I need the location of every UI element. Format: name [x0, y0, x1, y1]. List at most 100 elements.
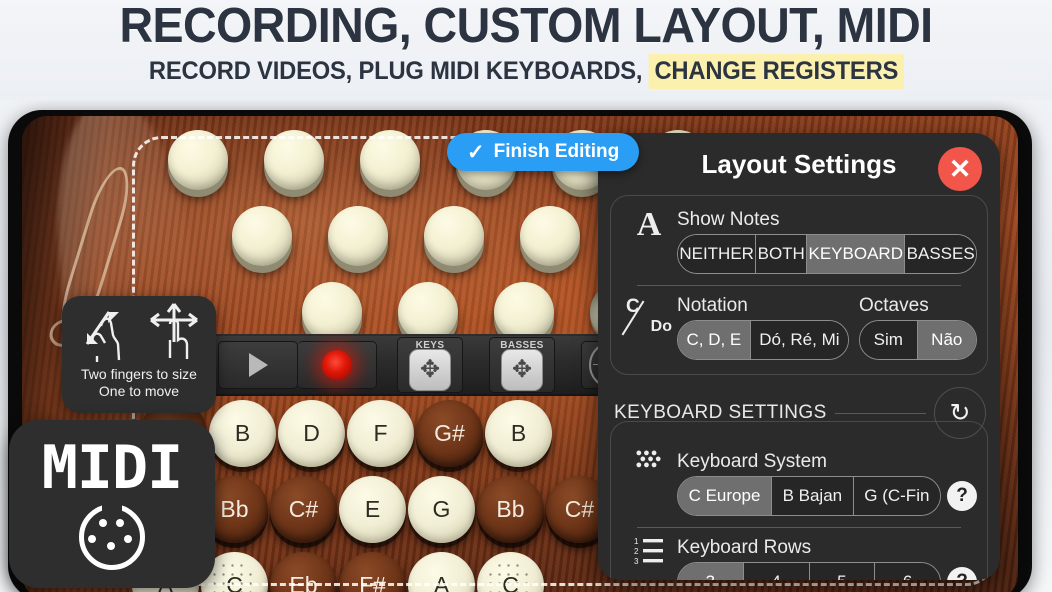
notation-row: C Do Notation C, D, E Dó, Ré, Mi Octaves…: [611, 290, 987, 364]
keyboard-rows-option-5[interactable]: 5: [809, 563, 876, 580]
note-key-label: E: [364, 495, 381, 522]
note-key-label: C#: [564, 495, 595, 522]
svg-text:3: 3: [634, 557, 639, 564]
settings-divider: [637, 527, 961, 528]
keyboard-rows-option-4[interactable]: 4: [743, 563, 810, 580]
notation-segmented-control[interactable]: C, D, E Dó, Ré, Mi: [677, 320, 849, 360]
note-key[interactable]: F: [347, 399, 414, 467]
note-key[interactable]: E: [339, 475, 406, 543]
note-key[interactable]: D: [278, 399, 345, 467]
note-key-label: G: [432, 495, 451, 522]
keyboard-system-option-b-bajan[interactable]: B Bajan: [771, 477, 854, 515]
play-button[interactable]: [218, 341, 298, 389]
keyboard-system-segmented-control[interactable]: C Europe B Bajan G (C-Fin: [677, 476, 941, 516]
bass-button[interactable]: [168, 130, 228, 190]
promo-header: RECORDING, CUSTOM LAYOUT, MIDI RECORD VI…: [0, 0, 1052, 100]
button-grid-icon: ●●● ●●● ●●●: [635, 447, 663, 471]
note-key-label: C: [226, 571, 243, 592]
gesture-hint-line2: One to move: [98, 383, 180, 399]
refresh-icon[interactable]: ↻: [934, 387, 986, 439]
notation-option-cde[interactable]: C, D, E: [678, 321, 751, 359]
promo-subtitle-highlight: CHANGE REGISTERS: [648, 54, 904, 89]
keyboard-system-row: ●●● ●●● ●●● Keyboard System C Europe B B…: [611, 446, 987, 520]
keyboard-rows-option-6[interactable]: 6: [875, 563, 940, 580]
basses-label: BASSES: [500, 340, 544, 351]
bass-button[interactable]: [520, 206, 580, 266]
bass-button[interactable]: [424, 206, 484, 266]
note-key[interactable]: C: [477, 551, 544, 592]
octaves-option-sim[interactable]: Sim: [860, 321, 918, 359]
move-arrows-icon: ✥: [409, 348, 451, 391]
bass-button[interactable]: [328, 206, 388, 266]
pinch-to-size-icon: [85, 311, 121, 362]
basses-move-button[interactable]: BASSES ✥: [489, 337, 555, 393]
midi-wordmark: MIDI: [41, 433, 183, 503]
keyboard-system-option-c-europe[interactable]: C Europe: [678, 477, 772, 515]
notation-label: Notation: [677, 295, 748, 316]
note-key[interactable]: F#: [339, 551, 406, 592]
settings-divider: [637, 285, 961, 286]
help-icon[interactable]: ?: [947, 567, 977, 580]
finish-editing-button[interactable]: ✓ Finish Editing: [447, 133, 640, 171]
bass-button[interactable]: [494, 282, 554, 342]
keyboard-system-option-g-cfin[interactable]: G (C-Fin: [853, 477, 940, 515]
record-icon: [322, 350, 352, 380]
promo-subtitle: RECORD VIDEOS, PLUG MIDI KEYBOARDS, CHAN…: [0, 54, 1052, 89]
note-key[interactable]: B: [209, 399, 276, 467]
note-key[interactable]: A: [408, 551, 475, 592]
octaves-option-nao[interactable]: Não: [917, 321, 976, 359]
note-key-label: A: [433, 571, 450, 592]
keyboard-settings-section-header: KEYBOARD SETTINGS ↻: [614, 387, 986, 439]
show-notes-option-both[interactable]: BOTH: [756, 235, 808, 273]
bass-button[interactable]: [360, 130, 420, 190]
keyboard-rows-option-3[interactable]: 3: [678, 563, 744, 580]
layout-settings-panel: Layout Settings ✕ A Show Notes NEITHER B…: [598, 133, 1000, 580]
midi-din-connector-icon: [79, 504, 145, 570]
note-key[interactable]: G: [408, 475, 475, 543]
promo-screenshot: RECORDING, CUSTOM LAYOUT, MIDI RECORD VI…: [0, 0, 1052, 592]
record-button[interactable]: [298, 341, 377, 389]
octaves-segmented-control[interactable]: Sim Não: [859, 320, 977, 360]
help-icon[interactable]: ?: [947, 481, 977, 511]
svg-text:1: 1: [634, 537, 639, 546]
show-notes-option-keyboard[interactable]: KEYBOARD: [807, 235, 906, 273]
gesture-hint-line1: Two fingers to size: [81, 366, 197, 382]
note-key[interactable]: G#: [416, 399, 483, 467]
display-settings-group: A Show Notes NEITHER BOTH KEYBOARD BASSE…: [610, 195, 988, 375]
note-key[interactable]: B: [485, 399, 552, 467]
bass-button[interactable]: [302, 282, 362, 342]
note-key-label: F: [373, 419, 388, 446]
promo-subtitle-plain: RECORD VIDEOS, PLUG MIDI KEYBOARDS,: [148, 57, 642, 85]
keyboard-settings-group: ●●● ●●● ●●● Keyboard System C Europe B B…: [610, 421, 988, 580]
midi-badge: MIDI: [9, 420, 215, 588]
note-key-label: B: [510, 419, 527, 446]
numbered-list-icon: 1 2 3: [621, 536, 677, 564]
show-notes-segmented-control[interactable]: NEITHER BOTH KEYBOARD BASSES: [677, 234, 977, 274]
one-finger-move-icon: [150, 303, 198, 359]
gesture-hint-tooltip: Two fingers to size One to move: [62, 296, 216, 413]
check-icon: ✓: [467, 140, 485, 164]
keyboard-settings-title: KEYBOARD SETTINGS: [614, 402, 827, 423]
finish-editing-label: Finish Editing: [493, 141, 620, 162]
note-key-label: G#: [434, 419, 465, 446]
note-key[interactable]: Bb: [477, 475, 544, 543]
close-icon[interactable]: ✕: [938, 147, 982, 191]
keyboard-rows-segmented-control[interactable]: 3 4 5 6: [677, 562, 941, 580]
notation-option-doremi[interactable]: Dó, Ré, Mi: [750, 321, 848, 359]
show-notes-row: A Show Notes NEITHER BOTH KEYBOARD BASSE…: [611, 204, 987, 278]
note-key[interactable]: Eb: [270, 551, 337, 592]
note-key-label: D: [303, 419, 320, 446]
note-key-label: Bb: [220, 495, 249, 522]
note-key-label: Eb: [289, 571, 318, 592]
keys-label: KEYS: [415, 340, 445, 351]
show-notes-option-neither[interactable]: NEITHER: [678, 235, 757, 273]
show-notes-option-basses[interactable]: BASSES: [905, 235, 976, 273]
keyboard-system-label: Keyboard System: [677, 451, 827, 472]
note-key[interactable]: C#: [270, 475, 337, 543]
keys-move-button[interactable]: KEYS ✥: [397, 337, 463, 393]
gesture-icons: [62, 296, 216, 366]
bass-button[interactable]: [264, 130, 324, 190]
bass-button[interactable]: [232, 206, 292, 266]
keyboard-rows-label: Keyboard Rows: [677, 537, 812, 558]
bass-button[interactable]: [398, 282, 458, 342]
